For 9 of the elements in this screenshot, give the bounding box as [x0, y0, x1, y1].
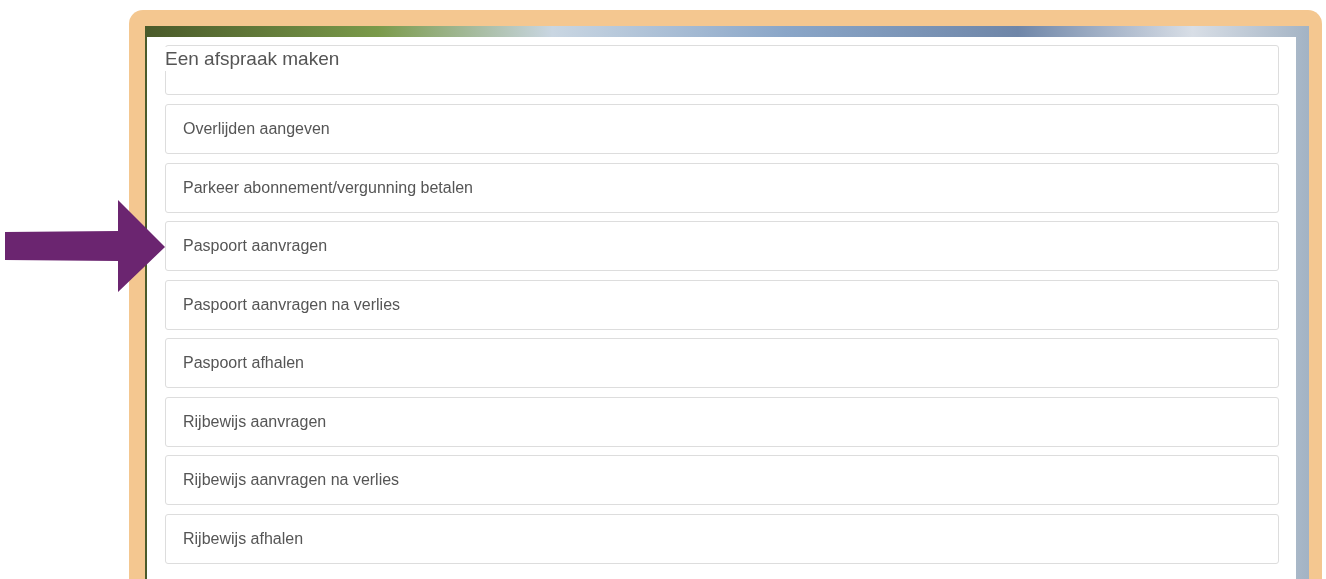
- list-item[interactable]: Rijbewijs afhalen: [165, 513, 1279, 564]
- arrow-icon: [5, 200, 166, 293]
- list-item[interactable]: Rijbewijs aanvragen na verlies: [165, 455, 1279, 505]
- list-item[interactable]: Paspoort aanvragen na verlies: [165, 279, 1279, 330]
- list-item[interactable]: Rijbewijs aanvragen: [165, 396, 1279, 447]
- list-item[interactable]: Paspoort afhalen: [165, 338, 1279, 388]
- list-item[interactable]: Overlijden aangeven: [165, 104, 1279, 154]
- list-item[interactable]: Paspoort aanvragen: [165, 221, 1279, 271]
- list-item[interactable]: Parkeer abonnement/vergunning betalen: [165, 162, 1279, 213]
